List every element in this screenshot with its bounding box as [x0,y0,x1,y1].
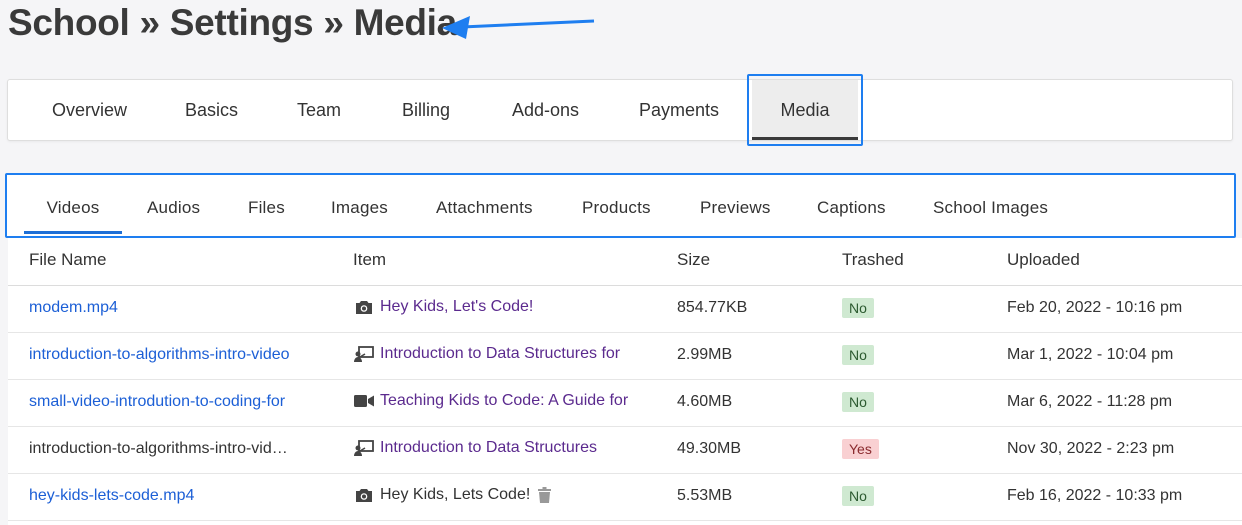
tab-billing[interactable]: Billing [402,80,450,140]
subtab-school-images[interactable]: School Images [933,187,1048,234]
item-cell: Hey Kids, Lets Code! [354,486,636,504]
trashed-badge: Yes [842,439,879,459]
trashed-badge: No [842,298,874,318]
annotation-arrow-icon [442,16,595,39]
tab-team[interactable]: Team [297,80,341,140]
uploaded-date: Mar 6, 2022 - 11:28 pm [1007,393,1173,410]
tab-add-ons[interactable]: Add-ons [512,80,579,140]
video-camera-icon [354,392,374,410]
file-name-link[interactable]: hey-kids-lets-code.mp4 [29,487,311,505]
table-row: modem.mp4 Hey Kids, Let's Code! 854.77KB… [8,286,1242,333]
column-header-size[interactable]: Size [677,250,710,270]
file-size: 4.60MB [677,393,733,410]
table-row: hey-kids-lets-code.mp4 Hey Kids, Lets Co… [8,474,1242,521]
subtab-videos[interactable]: Videos [24,187,122,234]
camera-icon [354,298,374,316]
file-size: 2.99MB [677,346,733,363]
main-tabs-bar: Overview Basics Team Billing Add-ons Pay… [7,79,1233,141]
camera-icon [354,486,374,504]
item-cell: Introduction to Data Structures [354,439,636,457]
item-name: Hey Kids, Lets Code! [380,486,531,503]
subtab-files[interactable]: Files [248,187,285,234]
media-tab-highlight [747,74,863,146]
file-name: introduction-to-algorithms-intro-vid… [29,440,288,457]
file-size: 49.30MB [677,440,742,457]
breadcrumb: School » Settings » Media [8,2,457,43]
subtab-captions[interactable]: Captions [817,187,886,234]
subtab-attachments[interactable]: Attachments [436,187,533,234]
table-row: small-video-introdution-to-coding-for Te… [8,380,1242,427]
column-header-uploaded[interactable]: Uploaded [1007,250,1080,270]
item-link[interactable]: Introduction to Data Structures [380,439,597,457]
item-link[interactable]: Introduction to Data Structures for [380,345,620,363]
file-name-link[interactable]: small-video-introdution-to-coding-for [29,393,311,411]
table-row: introduction-to-algorithms-intro-vid… In… [8,427,1242,474]
tab-payments[interactable]: Payments [639,80,719,140]
trashed-badge: No [842,345,874,365]
file-size: 5.53MB [677,487,733,504]
tab-overview[interactable]: Overview [52,80,127,140]
presentation-icon [354,345,374,363]
tab-basics[interactable]: Basics [185,80,238,140]
table-row: introduction-to-algorithms-intro-video I… [8,333,1242,380]
item-link[interactable]: Teaching Kids to Code: A Guide for [380,392,628,410]
table-header: File Name Item Size Trashed Uploaded [8,238,1242,286]
uploaded-date: Feb 20, 2022 - 10:16 pm [1007,299,1183,316]
file-size: 854.77KB [677,299,748,316]
item-cell: Teaching Kids to Code: A Guide for [354,392,636,410]
uploaded-date: Mar 1, 2022 - 10:04 pm [1007,346,1174,363]
media-table: File Name Item Size Trashed Uploaded mod… [8,238,1242,525]
uploaded-date: Feb 16, 2022 - 10:33 pm [1007,487,1183,504]
uploaded-date: Nov 30, 2022 - 2:23 pm [1007,440,1175,457]
file-name-link[interactable]: modem.mp4 [29,299,311,317]
file-name-link[interactable]: introduction-to-algorithms-intro-video [29,346,311,364]
presentation-icon [354,439,374,457]
trashed-badge: No [842,486,874,506]
subtab-images[interactable]: Images [331,187,388,234]
column-header-item[interactable]: Item [353,250,386,270]
media-sub-tabs-bar: Videos Audios Files Images Attachments P… [5,173,1236,238]
item-cell: Hey Kids, Let's Code! [354,298,636,316]
column-header-file-name[interactable]: File Name [29,250,106,270]
subtab-audios[interactable]: Audios [147,187,200,234]
subtab-previews[interactable]: Previews [700,187,771,234]
item-link[interactable]: Hey Kids, Let's Code! [380,298,533,316]
trashed-badge: No [842,392,874,412]
column-header-trashed[interactable]: Trashed [842,250,904,270]
trash-icon [536,486,552,504]
subtab-products[interactable]: Products [582,187,651,234]
item-cell: Introduction to Data Structures for [354,345,636,363]
